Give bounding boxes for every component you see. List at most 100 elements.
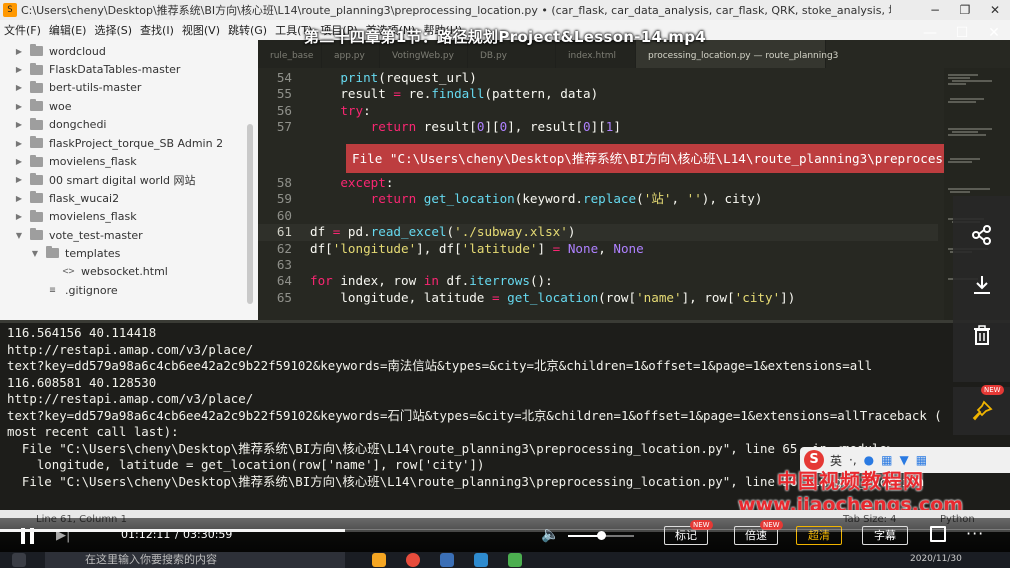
sidebar-folder[interactable]: ▶ flaskProject_torque_SB Admin 2 bbox=[14, 134, 246, 152]
caret-right-icon[interactable]: ▶ bbox=[14, 47, 24, 56]
sidebar-folder[interactable]: ▼ templates bbox=[14, 244, 246, 262]
code-line[interactable]: 65 longitude, latitude = get_location(ro… bbox=[258, 290, 938, 306]
line-number: 56 bbox=[276, 102, 292, 118]
sidebar-item-label: dongchedi bbox=[49, 118, 107, 132]
code-line[interactable]: 55 result = re.findall(pattern, data) bbox=[258, 86, 938, 102]
video-progress-fill bbox=[0, 529, 346, 532]
caret-down-icon[interactable]: ▼ bbox=[30, 249, 40, 258]
sublime-taskbar-icon[interactable] bbox=[372, 553, 386, 567]
folder-icon bbox=[30, 209, 43, 222]
app-icon[interactable] bbox=[440, 553, 454, 567]
caret-right-icon[interactable]: ▶ bbox=[14, 157, 24, 166]
windows-start-icon[interactable] bbox=[12, 553, 26, 567]
code-token: ), city) bbox=[701, 191, 763, 207]
caret-right-icon[interactable]: ▶ bbox=[14, 83, 24, 92]
volume-knob[interactable] bbox=[597, 531, 606, 540]
watermark-text: 中国视频教程网 bbox=[777, 469, 924, 493]
minimap-line bbox=[950, 191, 970, 193]
volume-icon[interactable]: 🔈 bbox=[541, 525, 560, 543]
sidebar-scrollbar[interactable] bbox=[247, 124, 253, 304]
folder-icon bbox=[30, 154, 43, 167]
player-maximize-icon[interactable]: ☐ bbox=[946, 24, 978, 42]
code-token: return bbox=[370, 191, 417, 207]
line-number: 65 bbox=[276, 289, 292, 305]
app-icon[interactable] bbox=[508, 553, 522, 567]
folder-icon bbox=[30, 136, 43, 149]
sidebar-folder[interactable]: ▶ bert-utils-master bbox=[14, 79, 246, 97]
sidebar-file[interactable]: <> websocket.html bbox=[14, 263, 246, 281]
line-number: 62 bbox=[276, 240, 292, 256]
sidebar-item-label: bert-utils-master bbox=[49, 81, 142, 95]
minimap-line bbox=[950, 158, 980, 160]
code-token: result[ bbox=[416, 119, 477, 135]
caret-right-icon[interactable]: ▶ bbox=[14, 65, 24, 74]
minimize-icon[interactable]: − bbox=[920, 0, 950, 20]
side-action-panel bbox=[953, 196, 1010, 382]
restore-icon[interactable]: ❐ bbox=[950, 0, 980, 20]
code-editor[interactable]: 54 print(request_url) 55 result = re.find… bbox=[258, 68, 1010, 320]
code-line[interactable]: 63 bbox=[258, 257, 938, 273]
code-line[interactable]: 62 df['longitude'], df['latitude'] = None… bbox=[258, 241, 938, 257]
caret-right-icon[interactable]: ▶ bbox=[14, 194, 24, 203]
sidebar-folder[interactable]: ▶ dongchedi bbox=[14, 116, 246, 134]
trash-icon[interactable] bbox=[953, 310, 1010, 360]
caret-down-icon[interactable]: ▼ bbox=[14, 231, 24, 240]
caret-right-icon[interactable]: ▶ bbox=[14, 175, 24, 184]
code-token: result bbox=[310, 86, 394, 102]
caret-right-icon[interactable]: ▶ bbox=[14, 102, 24, 111]
share-icon[interactable] bbox=[953, 210, 1010, 260]
sidebar-file[interactable]: ≡ .gitignore bbox=[14, 281, 246, 299]
sidebar-item-label: flask_wucai2 bbox=[49, 191, 120, 205]
code-line[interactable]: 57 return result[0][0], result[0][1] bbox=[258, 119, 938, 135]
line-number: 54 bbox=[276, 70, 292, 85]
caret-right-icon[interactable]: ▶ bbox=[14, 212, 24, 221]
code-line[interactable]: 60 bbox=[258, 208, 938, 224]
code-token: replace bbox=[583, 191, 637, 207]
sidebar-folder[interactable]: ▶ movielens_flask bbox=[14, 208, 246, 226]
code-token: (pattern, data) bbox=[484, 86, 599, 102]
sidebar-folder[interactable]: ▶ movielens_flask bbox=[14, 152, 246, 170]
code-line[interactable]: 64 for index, row in df.iterrows(): bbox=[258, 273, 938, 289]
more-icon[interactable]: ··· bbox=[966, 524, 984, 543]
folder-icon bbox=[30, 191, 43, 204]
console-line: http://restapi.amap.com/v3/place/ bbox=[7, 391, 254, 406]
minimap-line bbox=[952, 131, 978, 133]
code-token: ][ bbox=[484, 119, 500, 135]
sidebar-folder[interactable]: ▼ vote_test-master bbox=[14, 226, 246, 244]
sidebar-item-label: FlaskDataTables-master bbox=[49, 63, 181, 77]
sidebar-folder[interactable]: ▶ flask_wucai2 bbox=[14, 189, 246, 207]
close-icon[interactable]: ✕ bbox=[980, 0, 1010, 20]
code-token: : bbox=[385, 175, 394, 190]
minimap-line bbox=[950, 98, 984, 100]
code-line[interactable]: 54 print(request_url) bbox=[258, 70, 938, 86]
minimap-line bbox=[948, 161, 972, 163]
app-icon[interactable] bbox=[474, 553, 488, 567]
minimap-line bbox=[948, 134, 986, 136]
minimap-line bbox=[948, 83, 966, 85]
video-progress-bar[interactable] bbox=[0, 529, 1010, 532]
code-line[interactable]: 58 except: bbox=[258, 175, 938, 191]
sidebar-folder[interactable]: ▶ 00 smart digital world 网站 bbox=[14, 171, 246, 189]
code-line[interactable]: 61 df = pd.read_excel('./subway.xlsx') bbox=[258, 224, 938, 241]
player-close-icon[interactable]: ✕ bbox=[978, 24, 1010, 42]
chrome-icon[interactable] bbox=[406, 553, 420, 567]
player-window-controls: — ☐ ✕ bbox=[914, 24, 1010, 42]
sidebar-folder[interactable]: ▶ woe bbox=[14, 97, 246, 115]
download-icon[interactable] bbox=[953, 260, 1010, 310]
code-token: ] bbox=[537, 240, 553, 256]
code-line[interactable]: 56 try: bbox=[258, 103, 938, 119]
caret-right-icon[interactable]: ▶ bbox=[14, 139, 24, 148]
minimap-line bbox=[948, 128, 992, 130]
code-token: './subway.xlsx' bbox=[454, 224, 568, 240]
code-line[interactable]: 59 return get_location(keyword.replace('… bbox=[258, 191, 938, 207]
volume-slider[interactable] bbox=[568, 531, 634, 540]
line-number: 61 bbox=[276, 224, 292, 240]
code-token: None bbox=[567, 240, 599, 256]
sidebar-folder[interactable]: ▶ FlaskDataTables-master bbox=[14, 60, 246, 78]
player-minimize-icon[interactable]: — bbox=[914, 24, 946, 42]
windows-taskbar: 在这里输入你要搜索的内容 2020/11/30 bbox=[0, 552, 1010, 568]
caret-right-icon[interactable]: ▶ bbox=[14, 120, 24, 129]
taskbar-search[interactable]: 在这里输入你要搜索的内容 bbox=[45, 552, 345, 568]
